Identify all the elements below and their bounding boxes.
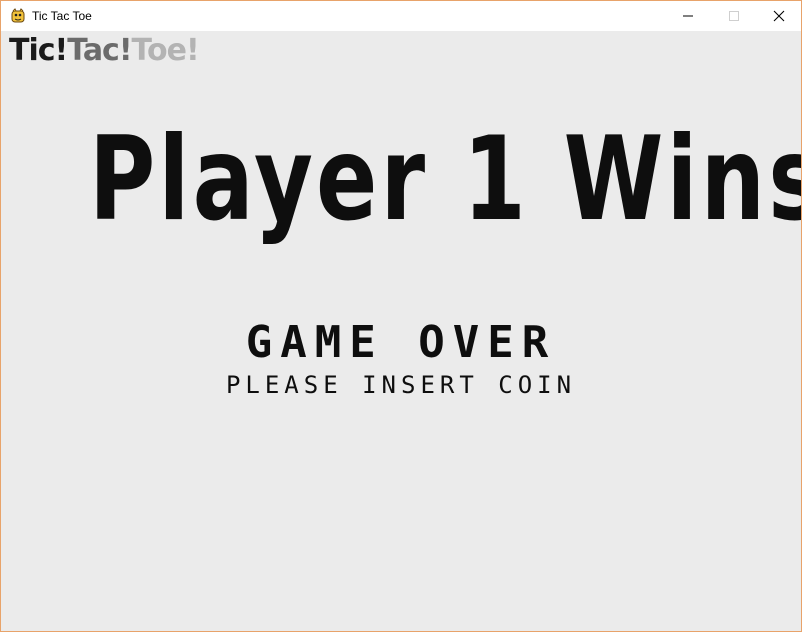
window-title: Tic Tac Toe <box>32 9 92 23</box>
logo-tac: Tac! <box>67 33 132 68</box>
insert-coin-prompt: PLEASE INSERT COIN <box>225 371 577 399</box>
maximize-icon <box>729 11 739 21</box>
logo-tic: Tic! <box>9 33 68 68</box>
minimize-icon <box>683 15 693 17</box>
close-button[interactable] <box>756 1 801 31</box>
game-over-heading: GAME OVER <box>245 317 557 368</box>
maximize-button[interactable] <box>711 1 757 31</box>
title-bar[interactable]: Tic Tac Toe <box>1 1 801 31</box>
minimize-button[interactable] <box>665 1 711 31</box>
game-window: Tic Tac Toe Tic!Tac!Toe! Player 1 Wins G… <box>0 0 802 632</box>
game-canvas[interactable]: Tic!Tac!Toe! Player 1 Wins GAME OVER PLE… <box>1 31 801 631</box>
winner-message: Player 1 Wins <box>89 112 802 247</box>
pygame-snake-icon <box>10 8 26 24</box>
game-logo: Tic!Tac!Toe! <box>9 33 200 69</box>
close-icon <box>773 10 785 22</box>
logo-toe: Toe! <box>131 33 200 68</box>
